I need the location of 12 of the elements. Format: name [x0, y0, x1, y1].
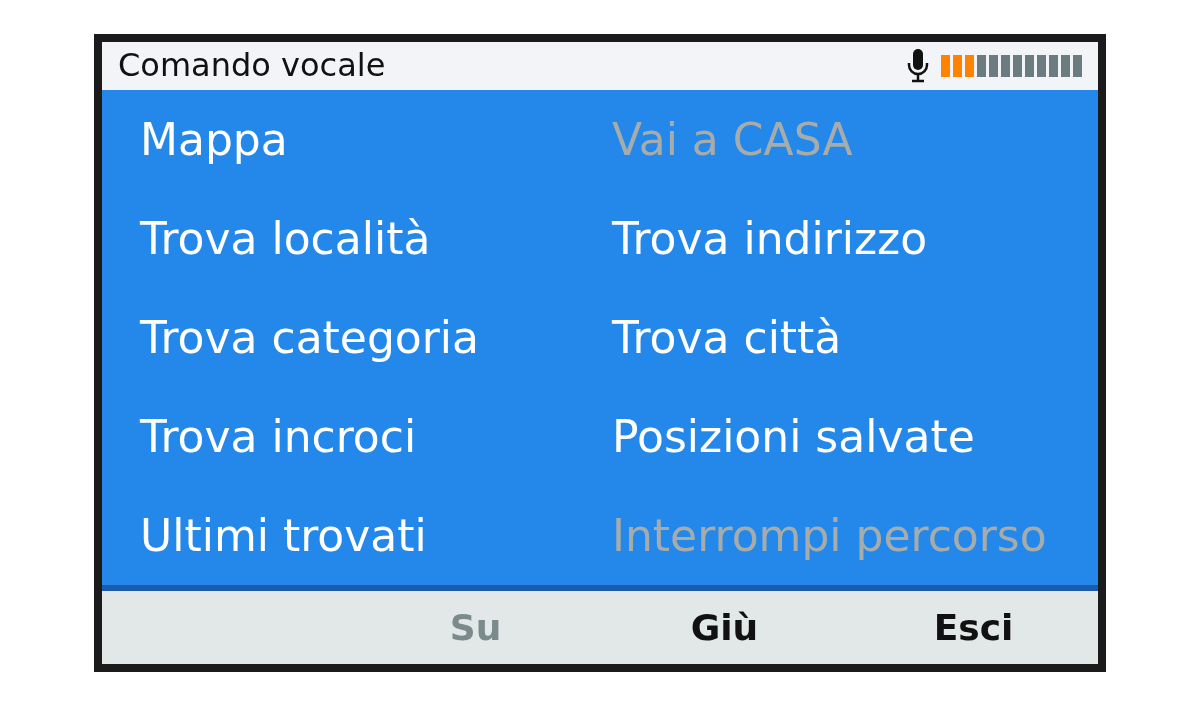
- voice-command-item[interactable]: Ultimi trovati: [140, 513, 427, 558]
- voice-command-item[interactable]: Posizioni salvate: [612, 414, 975, 459]
- voice-command-item[interactable]: Trova indirizzo: [612, 216, 928, 261]
- voice-command-item[interactable]: Mappa: [140, 117, 288, 162]
- voice-command-item[interactable]: Trova incroci: [140, 414, 417, 459]
- soft-key[interactable]: Giù: [690, 609, 759, 646]
- voice-command-item[interactable]: Trova città: [612, 315, 842, 360]
- voice-command-item[interactable]: Trova località: [140, 216, 431, 261]
- screen-title: Comando vocale: [118, 49, 386, 83]
- soft-key[interactable]: Esci: [933, 609, 1014, 646]
- voice-command-item[interactable]: Trova categoria: [140, 315, 480, 360]
- microphone-icon: [907, 49, 929, 83]
